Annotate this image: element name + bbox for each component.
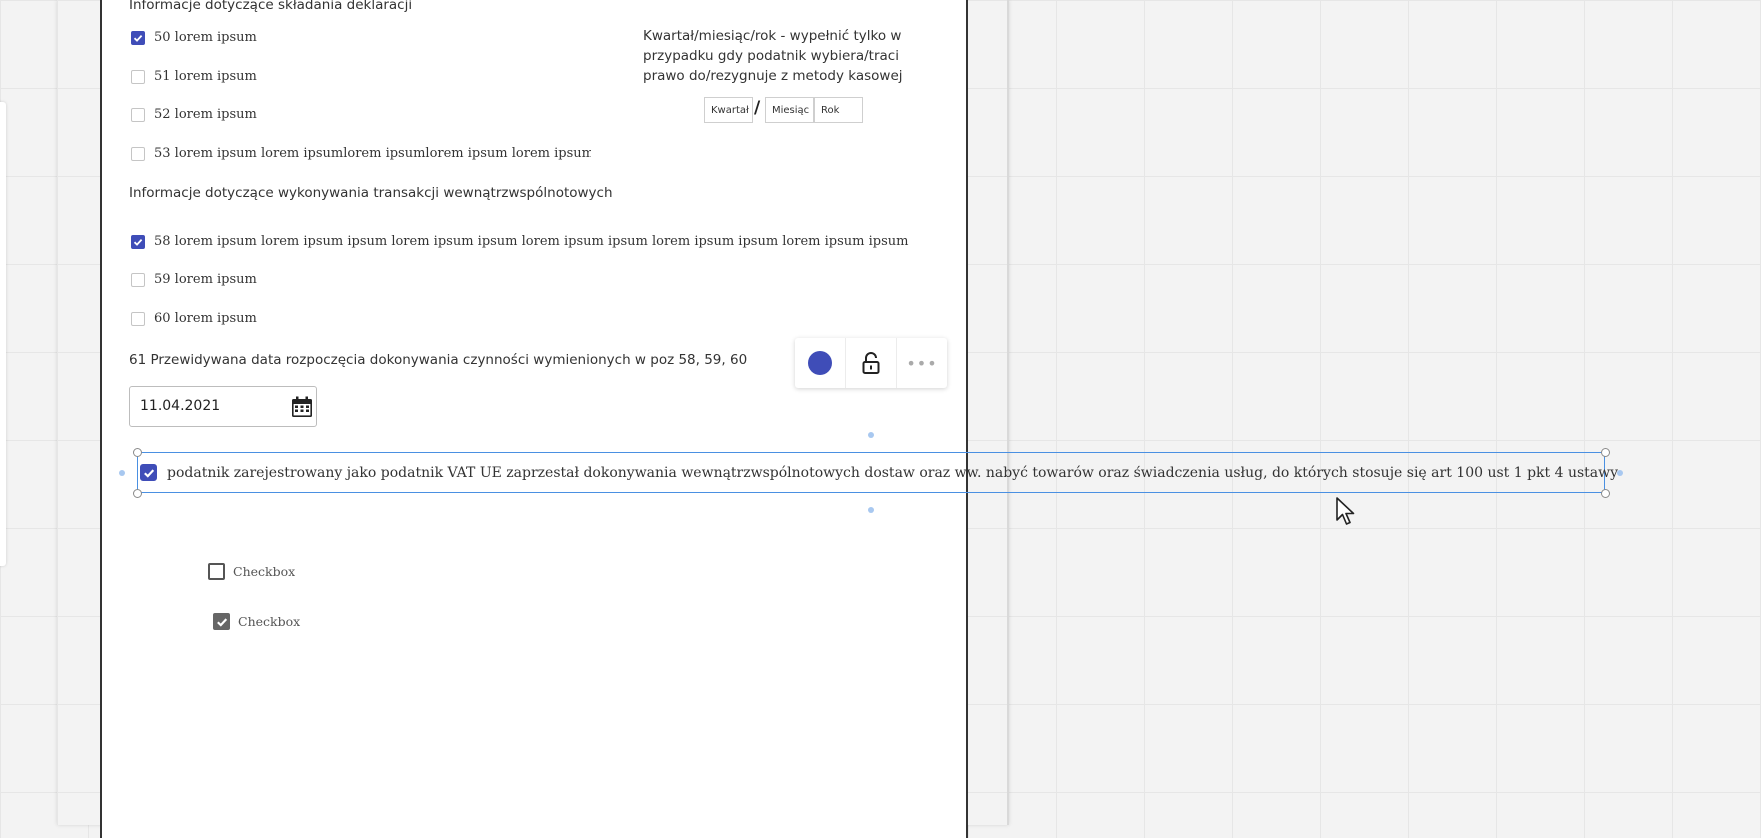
section-title-transactions: Informacje dotyczące wykonywania transak… [129, 185, 613, 201]
sample-checkbox-unchecked[interactable]: Checkbox [208, 563, 295, 580]
checkbox-sample-2[interactable] [213, 613, 230, 630]
checkbox-row-51[interactable]: 51 lorem ipsum [131, 69, 257, 84]
corner-handle-top-right[interactable] [1601, 448, 1610, 457]
start-date-input[interactable]: 11.04.2021 [129, 386, 317, 427]
period-note-line: prawo do/rezygnuje z metody kasowej [643, 68, 903, 84]
corner-handle-bottom-right[interactable] [1601, 489, 1610, 498]
checkbox-row-50[interactable]: 50 lorem ipsum [131, 30, 257, 45]
quarter-input[interactable]: Kwartał [704, 97, 753, 123]
section-title-declaration: Informacje dotyczące składania deklaracj… [129, 0, 413, 13]
checkbox-label: Checkbox [238, 614, 301, 629]
date-value: 11.04.2021 [140, 398, 221, 414]
checkbox-label: Checkbox [233, 564, 296, 579]
sample-checkbox-checked[interactable]: Checkbox [213, 613, 300, 630]
period-note: Kwartał/miesiąc/rok - wypełnić tylko w p… [643, 26, 903, 86]
more-options-button[interactable]: ••• [897, 338, 947, 388]
checkbox-51[interactable] [131, 69, 145, 84]
checkbox-row-53[interactable]: 53 lorem ipsum lorem ipsumlorem ipsumlor… [131, 146, 591, 161]
checkbox-60[interactable] [131, 311, 145, 326]
check-icon [133, 34, 143, 42]
calendar-icon[interactable] [291, 396, 313, 418]
checkbox-vat-ue[interactable] [140, 464, 157, 481]
more-icon: ••• [906, 353, 938, 373]
checkbox-52[interactable] [131, 107, 145, 122]
checkbox-label: 50 lorem ipsum [154, 30, 257, 45]
period-note-line: przypadku gdy podatnik wybiera/traci [643, 48, 899, 64]
checkbox-label: 51 lorem ipsum [154, 69, 257, 84]
period-separator: / [754, 98, 761, 118]
checkbox-row-52[interactable]: 52 lorem ipsum [131, 107, 257, 122]
checkbox-row-58[interactable]: 58 lorem ipsum lorem ipsum ipsum lorem i… [131, 234, 908, 249]
check-icon [216, 617, 227, 627]
month-input[interactable]: Miesiąc [765, 97, 814, 123]
unlock-icon [862, 352, 880, 374]
corner-handle-top-left[interactable] [133, 448, 142, 457]
check-icon [143, 468, 154, 478]
resize-handle-top[interactable] [868, 432, 874, 438]
sheet-edge [1007, 0, 1009, 825]
checkbox-label: 60 lorem ipsum [154, 311, 257, 326]
checkbox-label: 59 lorem ipsum [154, 272, 257, 287]
element-toolbar: ••• [795, 338, 947, 388]
left-side-panel [0, 102, 6, 566]
period-note-line: Kwartał/miesiąc/rok - wypełnić tylko w [643, 28, 902, 44]
resize-handle-left[interactable] [119, 470, 125, 476]
checkbox-label: podatnik zarejestrowany jako podatnik VA… [167, 464, 1619, 481]
checkbox-sample-1[interactable] [208, 563, 225, 580]
checkbox-53[interactable] [131, 146, 145, 161]
color-picker-button[interactable] [795, 338, 845, 388]
year-input[interactable]: Rok [814, 97, 863, 123]
checkbox-row-60[interactable]: 60 lorem ipsum [131, 311, 257, 326]
check-icon [133, 238, 143, 246]
mouse-cursor-icon [1336, 497, 1355, 525]
checkbox-label: 58 lorem ipsum lorem ipsum ipsum lorem i… [154, 234, 909, 249]
color-swatch [808, 351, 832, 375]
checkbox-label: 53 lorem ipsum lorem ipsumlorem ipsumlor… [154, 146, 591, 161]
resize-handle-bottom[interactable] [868, 507, 874, 513]
selected-checkbox-vat-ue[interactable]: podatnik zarejestrowany jako podatnik VA… [140, 464, 1618, 481]
corner-handle-bottom-left[interactable] [133, 489, 142, 498]
checkbox-row-59[interactable]: 59 lorem ipsum [131, 272, 257, 287]
checkbox-50[interactable] [131, 30, 145, 45]
checkbox-59[interactable] [131, 272, 145, 287]
date-field-label: 61 Przewidywana data rozpoczęcia dokonyw… [129, 352, 748, 368]
lock-toggle-button[interactable] [846, 338, 896, 388]
checkbox-58[interactable] [131, 234, 145, 249]
checkbox-label: 52 lorem ipsum [154, 107, 257, 122]
